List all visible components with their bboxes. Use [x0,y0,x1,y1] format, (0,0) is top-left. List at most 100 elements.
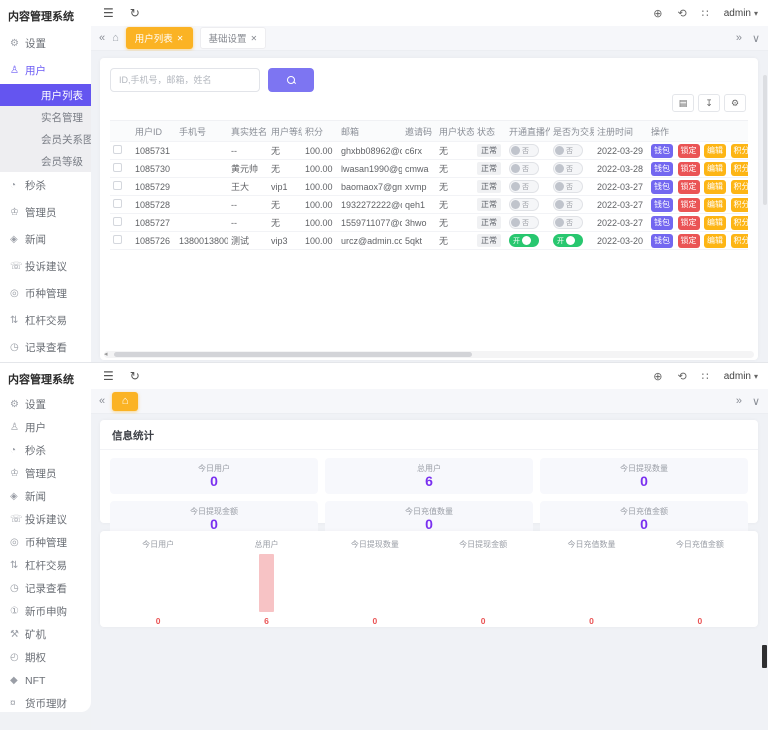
menu-icon[interactable]: ☰ [103,6,114,20]
row-action-button[interactable]: 锁定 [678,144,700,158]
table-toolbar-icon[interactable]: ▤ [672,94,694,112]
row-action-button[interactable]: 编辑 [704,198,726,212]
tab-close-icon[interactable]: ✕ [251,34,258,43]
table-toolbar-icon[interactable]: ⚙ [724,94,746,112]
row-checkbox[interactable] [113,199,122,208]
sidebar-item[interactable]: ◔ 秒杀 [0,439,91,462]
sidebar-item[interactable]: ⇅ 杠杆交易 [0,307,91,334]
row-action-button[interactable]: 钱包 [651,180,673,194]
sidebar-item[interactable]: ♔ 管理员 [0,199,91,226]
sidebar-item[interactable]: ♔ 管理员 [0,462,91,485]
user-menu[interactable]: admin ▾ [724,8,758,19]
page-tab[interactable]: 基础设置 ✕ [200,27,267,49]
sidebar-item[interactable]: ¤ 货币理财 [0,692,91,712]
fullscreen-icon[interactable]: ∷ [702,370,709,383]
sidebar-item[interactable]: ◈ 新闻 [0,485,91,508]
row-action-button[interactable]: 钱包 [651,144,673,158]
sidebar-item[interactable]: 会员关系图 [0,128,91,150]
row-action-button[interactable]: 编辑 [704,180,726,194]
live-author-toggle[interactable]: 否 [509,162,539,175]
trader-toggle[interactable]: 否 [553,162,583,175]
refresh-icon[interactable]: ↻ [130,6,140,20]
scrollbar-thumb[interactable] [114,352,472,357]
tabs-collapse-icon[interactable]: « [99,395,105,407]
live-author-toggle[interactable]: 开 [509,234,539,247]
sidebar-item[interactable]: ◎ 币种管理 [0,280,91,307]
sidebar-item[interactable]: 会员等级 [0,150,91,172]
horizontal-scrollbar[interactable]: ◂ [104,351,754,358]
globe-icon[interactable]: ⊕ [653,7,662,20]
row-checkbox[interactable] [113,235,122,244]
sidebar-item[interactable]: ♙ 用户 [0,57,91,84]
tabs-collapse-icon[interactable]: « [99,32,105,44]
trader-toggle[interactable]: 否 [553,144,583,157]
trader-toggle[interactable]: 否 [553,180,583,193]
row-action-button[interactable]: 编辑 [704,216,726,230]
row-action-button[interactable]: 积分 [731,180,748,194]
live-author-toggle[interactable]: 否 [509,144,539,157]
sidebar-item[interactable]: ◷ 记录查看 [0,334,91,361]
sidebar-item[interactable]: ① 新币申购 [0,361,91,362]
row-checkbox[interactable] [113,181,122,190]
row-action-button[interactable]: 锁定 [678,198,700,212]
row-action-button[interactable]: 钱包 [651,216,673,230]
sidebar-item[interactable]: 实名管理 [0,106,91,128]
search-button[interactable] [268,68,314,92]
sidebar-item[interactable]: ◎ 币种管理 [0,531,91,554]
row-checkbox[interactable] [113,163,122,172]
sidebar-item[interactable]: ◈ 新闻 [0,226,91,253]
row-action-button[interactable]: 积分 [731,144,748,158]
sidebar-item[interactable]: ☏ 投诉建议 [0,508,91,531]
sidebar-item[interactable]: ⚙ 设置 [0,393,91,416]
tabs-expand-icon[interactable]: » [736,395,742,408]
refresh-icon[interactable]: ↻ [130,369,140,383]
row-action-button[interactable]: 钱包 [651,198,673,212]
row-action-button[interactable]: 锁定 [678,180,700,194]
row-action-button[interactable]: 编辑 [704,162,726,176]
page-tab[interactable]: 用户列表 ✕ [126,27,193,49]
sidebar-item[interactable]: ◷ 记录查看 [0,577,91,600]
sidebar-item[interactable]: ◴ 期权 [0,646,91,669]
row-action-button[interactable]: 积分 [731,198,748,212]
row-action-button[interactable]: 钱包 [651,162,673,176]
row-action-button[interactable]: 钱包 [651,234,673,248]
row-action-button[interactable]: 积分 [731,216,748,230]
trader-toggle[interactable]: 否 [553,216,583,229]
tab-close-icon[interactable]: ✕ [177,34,184,43]
live-author-toggle[interactable]: 否 [509,180,539,193]
row-checkbox[interactable] [113,145,122,154]
sidebar-item[interactable]: ① 新币申购 [0,600,91,623]
row-action-button[interactable]: 编辑 [704,144,726,158]
sidebar-item[interactable]: 用户列表 [0,84,91,106]
history-icon[interactable]: ⟲ [678,7,687,20]
tabs-chevron-down-icon[interactable]: ∨ [752,32,760,45]
sidebar-item[interactable]: ◆ NFT [0,669,91,692]
table-toolbar-icon[interactable]: ↧ [698,94,720,112]
live-author-toggle[interactable]: 否 [509,198,539,211]
home-icon[interactable]: ⌂ [112,32,119,44]
trader-toggle[interactable]: 否 [553,198,583,211]
row-action-button[interactable]: 锁定 [678,234,700,248]
sidebar-item[interactable]: ☏ 投诉建议 [0,253,91,280]
live-author-toggle[interactable]: 否 [509,216,539,229]
fullscreen-icon[interactable]: ∷ [702,7,709,20]
menu-icon[interactable]: ☰ [103,369,114,383]
row-action-button[interactable]: 锁定 [678,162,700,176]
sidebar-item[interactable]: ⚒ 矿机 [0,623,91,646]
row-action-button[interactable]: 积分 [731,234,748,248]
sidebar-item[interactable]: ⇅ 杠杆交易 [0,554,91,577]
row-action-button[interactable]: 编辑 [704,234,726,248]
sidebar-item[interactable]: ♙ 用户 [0,416,91,439]
home-tab[interactable]: ⌂ [112,392,138,411]
tabs-chevron-down-icon[interactable]: ∨ [752,395,760,408]
globe-icon[interactable]: ⊕ [653,370,662,383]
vertical-scrollbar-thumb[interactable] [763,75,767,205]
row-action-button[interactable]: 积分 [731,162,748,176]
history-icon[interactable]: ⟲ [678,370,687,383]
row-action-button[interactable]: 锁定 [678,216,700,230]
row-checkbox[interactable] [113,217,122,226]
tabs-expand-icon[interactable]: » [736,32,742,45]
scroll-left-icon[interactable]: ◂ [104,350,108,358]
user-menu[interactable]: admin ▾ [724,371,758,382]
trader-toggle[interactable]: 开 [553,234,583,247]
